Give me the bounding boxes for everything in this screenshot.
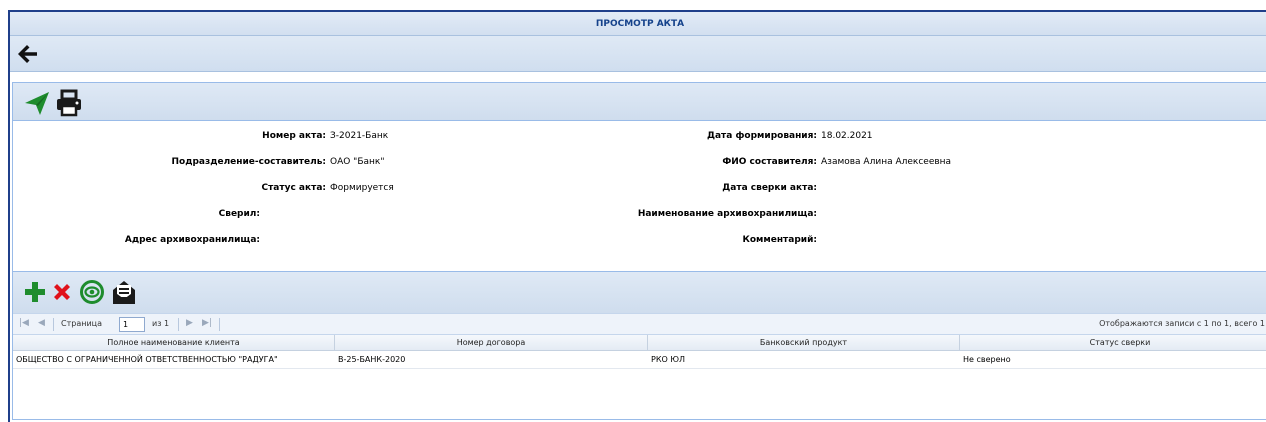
- paper-plane-icon: [25, 92, 49, 115]
- pager-separator: [219, 318, 220, 331]
- creation-date-label: Дата формирования:: [706, 131, 817, 141]
- archive-name-label: Наименование архивохранилища:: [637, 209, 817, 219]
- window-title: ПРОСМОТР АКТА: [10, 12, 1266, 36]
- grid-header: Полное наименование клиента Номер догово…: [13, 335, 1266, 351]
- x-icon: [54, 284, 70, 300]
- field-row: Сверил: Наименование архивохранилища:: [13, 209, 1263, 223]
- pager-separator: [178, 318, 179, 331]
- act-panel: Номер акта: З-2021-Банк Дата формировани…: [12, 82, 1266, 420]
- archive-address-label: Адрес архивохранилища:: [124, 235, 260, 245]
- next-page-icon[interactable]: ▶: [186, 318, 193, 328]
- page-count-label: из 1: [152, 319, 170, 328]
- prev-page-icon[interactable]: ◀: [38, 318, 45, 328]
- column-header-bank-product[interactable]: Банковский продукт: [648, 335, 960, 351]
- creation-date-value: 18.02.2021: [821, 131, 873, 141]
- records-summary: Отображаются записи с 1 по 1, всего 1: [1099, 319, 1265, 328]
- paging-toolbar: |◀ ◀ Страница из 1 ▶ ▶| Отображаются зап…: [13, 313, 1266, 335]
- arrow-left-icon: [18, 45, 37, 63]
- act-number-value: З-2021-Банк: [330, 131, 389, 141]
- field-row: Адрес архивохранилища: Комментарий:: [13, 235, 1263, 249]
- department-value: ОАО "Банк": [330, 157, 385, 167]
- comment-label: Комментарий:: [742, 235, 817, 245]
- navigation-bar: [10, 36, 1266, 72]
- table-row[interactable]: ОБЩЕСТВО С ОГРАНИЧЕННОЙ ОТВЕТСТВЕННОСТЬЮ…: [13, 351, 1266, 369]
- envelope-button[interactable]: [111, 278, 137, 306]
- reconciliation-date-label: Дата сверки акта:: [722, 183, 817, 193]
- printer-icon: [57, 89, 81, 117]
- envelope-open-icon: [113, 281, 135, 304]
- pager-separator: [53, 318, 54, 331]
- last-page-icon[interactable]: ▶|: [202, 318, 212, 328]
- act-status-label: Статус акта:: [261, 183, 326, 193]
- act-toolbar: [13, 83, 1266, 121]
- cell-reconciliation-status: Не сверено: [963, 355, 1011, 364]
- print-button[interactable]: [55, 89, 83, 117]
- column-header-contract-number[interactable]: Номер договора: [335, 335, 648, 351]
- page-label: Страница: [61, 319, 103, 328]
- cell-bank-product: РКО ЮЛ: [651, 355, 685, 364]
- act-details-form: Номер акта: З-2021-Банк Дата формировани…: [13, 121, 1266, 271]
- page-number-input[interactable]: [119, 317, 145, 332]
- field-row: Подразделение-составитель: ОАО "Банк" ФИ…: [13, 157, 1263, 171]
- column-header-reconciliation-status[interactable]: Статус сверки: [960, 335, 1266, 351]
- eye-icon: [80, 280, 104, 304]
- cell-contract-number: В-25-БАНК-2020: [338, 355, 406, 364]
- column-header-client-name[interactable]: Полное наименование клиента: [13, 335, 335, 351]
- act-view-window: ПРОСМОТР АКТА Номер акта: З-2021-Банк Да…: [8, 10, 1266, 422]
- back-button[interactable]: [14, 41, 40, 67]
- act-status-value: Формируется: [330, 183, 394, 193]
- cell-client-name: ОБЩЕСТВО С ОГРАНИЧЕННОЙ ОТВЕТСТВЕННОСТЬЮ…: [16, 355, 278, 364]
- first-page-icon[interactable]: |◀: [19, 318, 29, 328]
- add-button[interactable]: [23, 280, 47, 304]
- department-label: Подразделение-составитель:: [171, 157, 326, 167]
- author-name-label: ФИО составителя:: [722, 157, 817, 167]
- field-row: Номер акта: З-2021-Банк Дата формировани…: [13, 131, 1263, 145]
- act-number-label: Номер акта:: [262, 131, 326, 141]
- grid-toolbar: [13, 271, 1266, 313]
- reconciled-by-label: Сверил:: [218, 209, 260, 219]
- plus-icon: [25, 282, 45, 302]
- delete-button[interactable]: [51, 281, 73, 303]
- field-row: Статус акта: Формируется Дата сверки акт…: [13, 183, 1263, 197]
- author-name-value: Азамова Алина Алексеевна: [821, 157, 952, 167]
- view-button[interactable]: [79, 279, 105, 305]
- send-button[interactable]: [23, 89, 51, 117]
